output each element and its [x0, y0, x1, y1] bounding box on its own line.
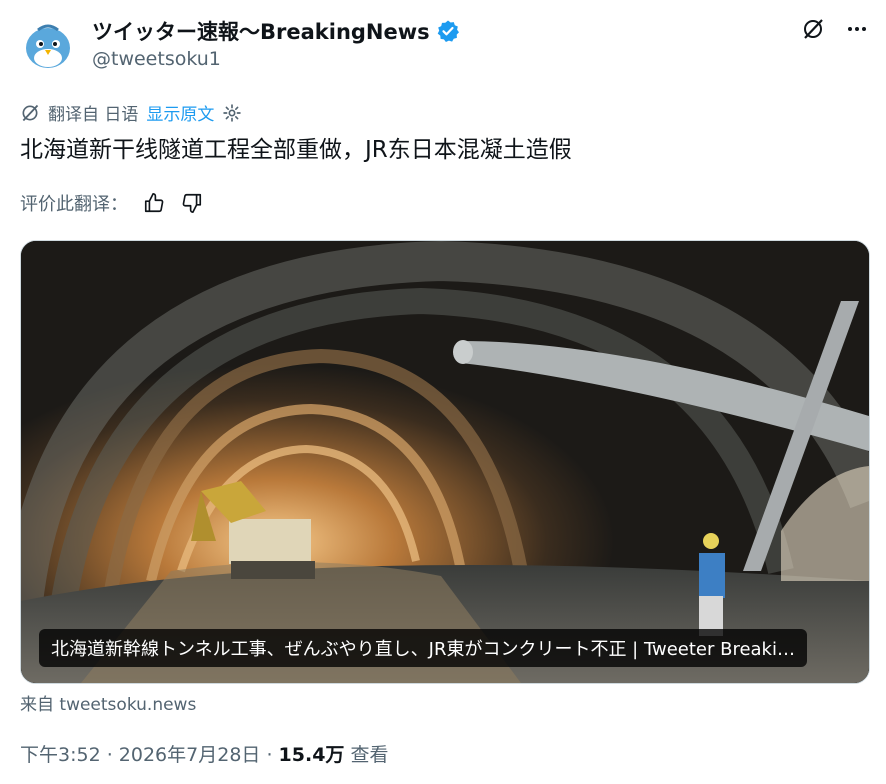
- author-name-row[interactable]: ツイッター速報〜BreakingNews: [92, 16, 460, 46]
- meta-separator: ·: [260, 744, 279, 766]
- rate-translation: 评价此翻译：: [20, 190, 204, 216]
- gear-icon[interactable]: [222, 103, 242, 123]
- rate-label: 评价此翻译：: [20, 194, 128, 215]
- translation-bar: 翻译自 日语 显示原文: [20, 100, 242, 125]
- meta-separator: ·: [100, 744, 119, 766]
- tweet-meta: 下午3:52 · 2026年7月28日 · 15.4万 查看: [20, 740, 388, 767]
- tunnel-photo: [21, 241, 869, 683]
- views-count: 15.4万: [278, 744, 345, 766]
- show-original-link[interactable]: 显示原文: [146, 100, 214, 125]
- thumbs-down-icon[interactable]: [180, 191, 204, 215]
- views-label: 查看: [344, 744, 389, 766]
- link-card[interactable]: 北海道新幹線トンネル工事、ぜんぶやり直し、JR東がコンクリート不正 | Twee…: [20, 240, 870, 684]
- bird-avatar-icon: [20, 18, 76, 74]
- card-source[interactable]: 来自 tweetsoku.news: [20, 690, 196, 715]
- translation-label: 翻译自 日语: [48, 105, 139, 125]
- author-handle[interactable]: @tweetsoku1: [92, 48, 221, 70]
- header-actions: [800, 16, 870, 42]
- verified-badge-icon: [437, 20, 459, 42]
- more-options-icon[interactable]: [844, 16, 870, 42]
- card-caption[interactable]: 北海道新幹線トンネル工事、ぜんぶやり直し、JR東がコンクリート不正 | Twee…: [39, 629, 807, 667]
- grok-icon[interactable]: [800, 16, 826, 42]
- avatar[interactable]: [20, 18, 76, 74]
- tweet-text: 北海道新干线隧道工程全部重做，JR东日本混凝土造假: [20, 137, 572, 163]
- tweet-date[interactable]: 2026年7月28日: [119, 744, 261, 766]
- tweet-header: ツイッター速報〜BreakingNews @tweetsoku1: [20, 14, 870, 74]
- tweet-time[interactable]: 下午3:52: [20, 744, 101, 766]
- thumbs-up-icon[interactable]: [142, 191, 166, 215]
- grok-translate-icon: [22, 104, 39, 121]
- author-name[interactable]: ツイッター速報〜BreakingNews: [92, 16, 430, 46]
